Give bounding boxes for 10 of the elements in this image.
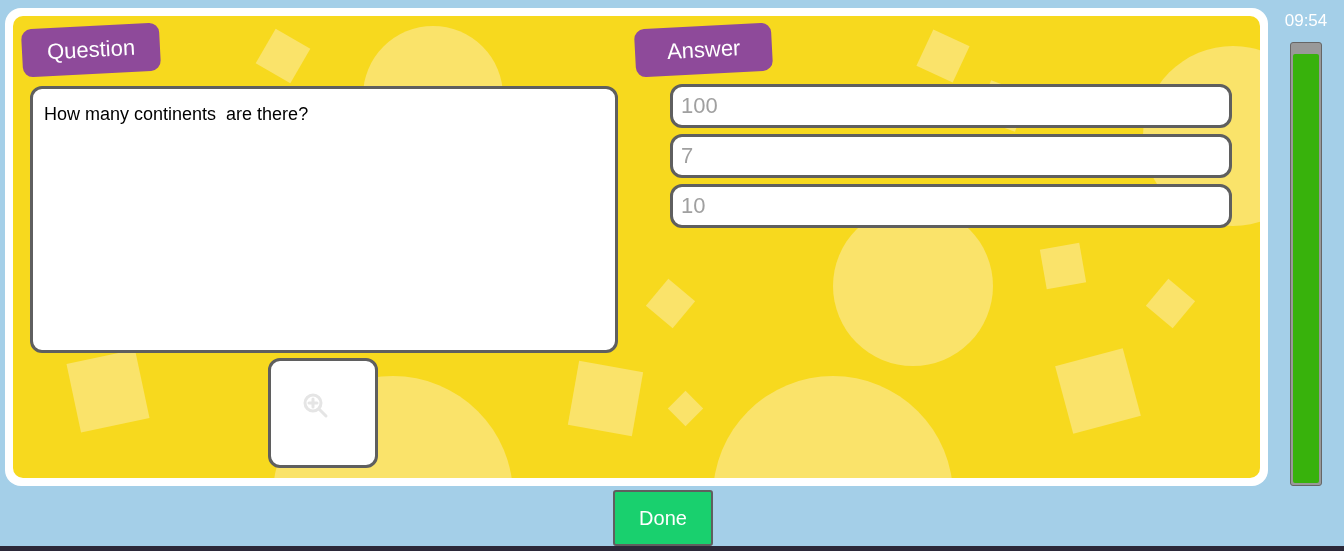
image-button[interactable] — [268, 358, 378, 468]
answer-field[interactable]: 7 — [670, 134, 1232, 178]
answer-field[interactable]: 10 — [670, 184, 1232, 228]
answer-label: Answer — [633, 22, 774, 78]
done-button[interactable]: Done — [613, 490, 713, 546]
answer-field[interactable]: 100 — [670, 84, 1232, 128]
question-label: Question — [20, 22, 162, 78]
zoom-in-icon — [302, 392, 329, 419]
timer-text: 09:54 — [1284, 10, 1328, 32]
question-text: How many continents are there? — [44, 104, 309, 124]
